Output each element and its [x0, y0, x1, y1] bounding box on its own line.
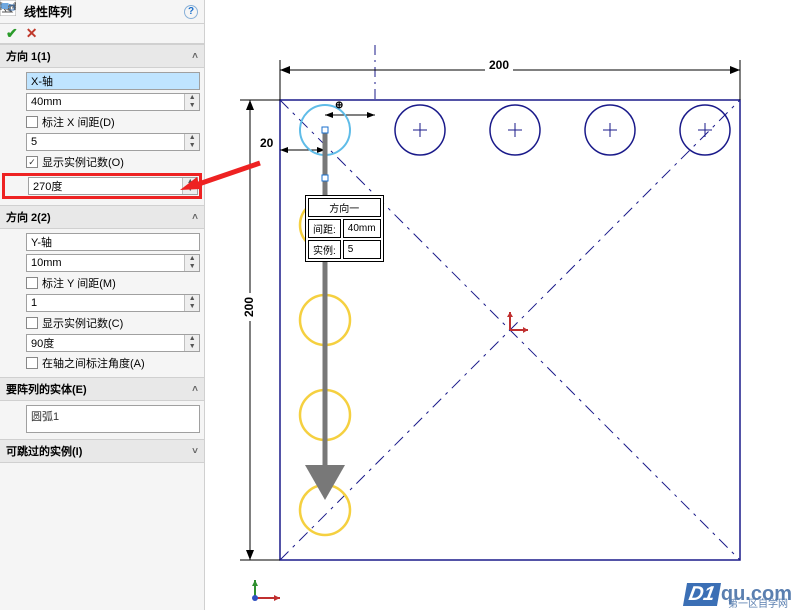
watermark-logo: D1 — [683, 583, 721, 606]
dir2-count-field[interactable]: ▲▼ — [26, 294, 200, 312]
reverse-dir1-icon[interactable] — [4, 73, 22, 89]
callout-title: 方向一 — [308, 198, 381, 217]
section-dir2-title: 方向 2(2) — [6, 209, 51, 225]
dir2-spacing-field[interactable]: ▲▼ — [26, 254, 200, 272]
callout-spacing-label: 间距: — [308, 219, 341, 238]
dir1-dimx-label: 标注 X 间距(D) — [42, 114, 115, 130]
dir2-spacing-input[interactable] — [27, 257, 184, 269]
sketch-canvas[interactable]: 200 200 20 ⊕ 方向一 间距:40mm 实例:5 D1qu.com 第… — [205, 0, 800, 610]
chevron-up-icon: ˄ — [192, 384, 198, 395]
dir2-dimy-label: 标注 Y 间距(M) — [42, 275, 116, 291]
count-icon: # — [4, 134, 22, 150]
dir2-count-spinner[interactable]: ▲▼ — [184, 295, 199, 311]
panel-header: 线性阵列 ? — [0, 0, 204, 24]
dir1-showcount-checkbox[interactable]: ✓ — [26, 156, 38, 168]
section-entities-body: 圆弧1 — [0, 401, 204, 439]
dim-200-v: 200 — [242, 293, 256, 321]
dir2-showcount-checkbox[interactable] — [26, 317, 38, 329]
section-entities-head[interactable]: 要阵列的实体(E) ˄ — [0, 377, 204, 401]
dir2-angle-input[interactable] — [27, 337, 184, 349]
dir1-angle-field[interactable]: ▲▼ — [28, 177, 198, 195]
watermark-sub: 第一区自学网 — [728, 595, 788, 610]
reverse-dir2-icon[interactable] — [4, 234, 22, 250]
dim-20: 20 — [260, 136, 273, 150]
chevron-down-icon: ˅ — [192, 446, 198, 457]
ok-button[interactable]: ✔ — [6, 25, 18, 42]
direction-callout[interactable]: 方向一 间距:40mm 实例:5 — [305, 195, 384, 262]
dir1-axis-field[interactable] — [26, 72, 200, 90]
sketch-svg — [205, 0, 800, 610]
callout-count-label: 实例: — [308, 240, 341, 259]
section-dir2-head[interactable]: 方向 2(2) ˄ — [0, 205, 204, 229]
dir1-angle-highlight: ▲▼ — [2, 173, 202, 199]
angle-icon — [6, 178, 24, 194]
dir2-axis-field[interactable] — [26, 233, 200, 251]
dir2-spacing-spinner[interactable]: ▲▼ — [184, 255, 199, 271]
dir2-count-input[interactable] — [27, 297, 184, 309]
dir1-axis-input[interactable] — [27, 75, 199, 87]
callout-count-value[interactable]: 5 — [343, 240, 381, 259]
action-row: ✔ ✕ — [0, 24, 204, 44]
spacing-icon — [4, 94, 22, 110]
section-skip-head[interactable]: 可跳过的实例(I) ˅ — [0, 439, 204, 463]
section-dir1-head[interactable]: 方向 1(1) ˄ — [0, 44, 204, 68]
count2-icon: # — [4, 295, 22, 311]
dir1-spacing-field[interactable]: ▲▼ — [26, 93, 200, 111]
dir2-showcount-label: 显示实例记数(C) — [42, 315, 123, 331]
angle2-icon — [4, 335, 22, 351]
spacing2-icon — [4, 255, 22, 271]
dir1-spacing-input[interactable] — [27, 96, 184, 108]
dir2-between-checkbox[interactable] — [26, 357, 38, 369]
dir2-angle-field[interactable]: ▲▼ — [26, 334, 200, 352]
dir1-count-spinner[interactable]: ▲▼ — [184, 134, 199, 150]
cancel-button[interactable]: ✕ — [26, 25, 38, 42]
dir1-dimx-checkbox[interactable] — [26, 116, 38, 128]
dir1-showcount-label: 显示实例记数(O) — [42, 154, 124, 170]
callout-spacing-value[interactable]: 40mm — [343, 219, 381, 238]
section-entities-title: 要阵列的实体(E) — [6, 381, 87, 397]
section-dir2-body: ▲▼ 标注 Y 间距(M) # ▲▼ 显示实例记数(C) — [0, 229, 204, 377]
dim-200-h: 200 — [485, 58, 513, 72]
panel-title: 线性阵列 — [24, 3, 184, 20]
section-skip-title: 可跳过的实例(I) — [6, 443, 82, 459]
red-arrow-annotation — [175, 155, 265, 195]
chevron-up-icon: ˄ — [192, 51, 198, 62]
section-dir1-title: 方向 1(1) — [6, 48, 51, 64]
dir1-spacing-spinner[interactable]: ▲▼ — [184, 94, 199, 110]
dir1-count-field[interactable]: ▲▼ — [26, 133, 200, 151]
entities-list[interactable]: 圆弧1 — [26, 405, 200, 433]
section-dir1-body: ▲▼ 标注 X 间距(D) # ▲▼ ✓ 显示实例记数(O) — [0, 68, 204, 205]
dir1-count-input[interactable] — [27, 136, 184, 148]
dir2-angle-spinner[interactable]: ▲▼ — [184, 335, 199, 351]
dir2-dimy-checkbox[interactable] — [26, 277, 38, 289]
chevron-up-icon: ˄ — [192, 212, 198, 223]
dir1-angle-input[interactable] — [29, 180, 182, 192]
entity-icon — [4, 411, 22, 427]
property-panel: 线性阵列 ? ✔ ✕ 方向 1(1) ˄ ▲▼ — [0, 0, 205, 610]
help-icon[interactable]: ? — [184, 5, 198, 19]
dir2-between-label: 在轴之间标注角度(A) — [42, 355, 145, 371]
entity-item[interactable]: 圆弧1 — [31, 411, 59, 423]
dir2-axis-input[interactable] — [27, 236, 199, 248]
